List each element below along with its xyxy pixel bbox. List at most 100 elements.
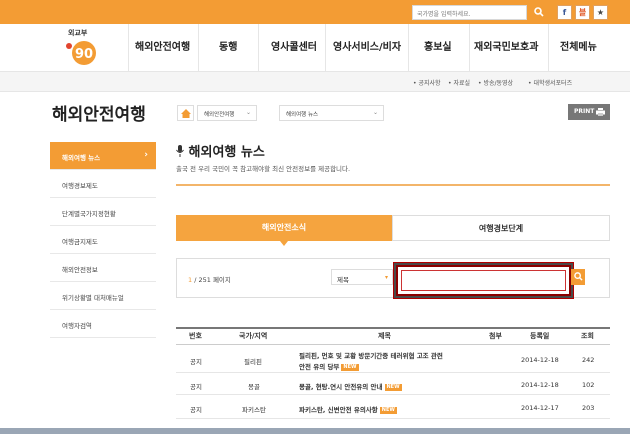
col-header-country: 국가/지역 (239, 332, 268, 340)
tab-alert-levels[interactable]: 여행경보단계 (392, 215, 610, 241)
row-date: 2014-12-18 (521, 381, 559, 389)
row-views: 102 (582, 381, 595, 389)
sidebar-item-safety-info[interactable]: 해외안전정보 (50, 254, 156, 282)
print-button[interactable]: PRINT (568, 104, 610, 120)
row-views: 242 (582, 356, 595, 364)
divider (176, 184, 610, 186)
blog-icon[interactable]: 블 (575, 5, 590, 20)
sidebar-item-label: 단계별국가지정현황 (62, 210, 116, 218)
row-no: 공지 (190, 383, 202, 391)
col-header-no: 번호 (189, 332, 202, 340)
microphone-icon (176, 145, 184, 157)
magnifier-icon (533, 7, 544, 17)
page-title: 해외여행 뉴스 (176, 141, 265, 160)
nav-companion[interactable]: 동행 (219, 38, 237, 53)
board-search-button[interactable] (571, 269, 585, 285)
col-header-title: 제목 (378, 332, 391, 340)
row-country: 파키스탄 (242, 406, 266, 414)
country-search-input[interactable]: 국가명을 입력하세요. (412, 5, 527, 20)
row-title-link[interactable]: 몽골, 현탕.연시 안전유의 안내 NEW (299, 381, 402, 391)
facebook-icon[interactable]: f (557, 5, 572, 20)
printer-icon (596, 108, 605, 116)
quick-link-supporters[interactable]: • 대학생서포터즈 (528, 78, 572, 87)
new-badge: NEW (341, 364, 359, 371)
sidebar-item-label: 위기상황별 대처매뉴얼 (62, 294, 124, 302)
sidebar-item-crisis-manual[interactable]: 위기상황별 대처매뉴얼 (50, 282, 156, 310)
logo-badge-icon: 90 (66, 41, 96, 65)
top-utility-bar: 국가명을 입력하세요. f 블 ★ (0, 0, 630, 24)
sidebar-item-label: 여행경보제도 (62, 182, 98, 190)
new-badge: NEW (384, 384, 402, 391)
search-button[interactable] (530, 4, 547, 21)
chevron-right-icon: › (144, 150, 148, 160)
sidebar-item-label: 여행자검역 (62, 322, 92, 330)
sidebar-item-alert-system[interactable]: 여행경보제도 (50, 170, 156, 198)
row-no: 공지 (190, 406, 202, 414)
sidebar-title: 해외안전여행 (52, 105, 146, 125)
nav-divider (258, 24, 259, 72)
print-label: PRINT (574, 108, 595, 115)
org-name: 외교부 (68, 29, 88, 37)
row-date: 2014-12-18 (521, 356, 559, 364)
nav-divider (408, 24, 409, 72)
home-icon[interactable] (177, 105, 194, 121)
nav-overseas-safety[interactable]: 해외안전여행 (135, 38, 190, 53)
row-title-link-cont[interactable]: 안전 유의 당부 NEW (299, 361, 359, 371)
quick-link-broadcast[interactable]: • 방송/동영상 (478, 78, 513, 87)
current-page: 1 (188, 276, 193, 284)
quick-link-archive[interactable]: • 자료실 (448, 78, 470, 87)
sidebar-item-country-levels[interactable]: 단계별국가지정현황 (50, 198, 156, 226)
sidebar-item-travel-ban[interactable]: 여행금지제도 (50, 226, 156, 254)
search-field-value: 제목 (337, 276, 349, 284)
row-views: 203 (582, 404, 595, 412)
favorite-icon[interactable]: ★ (593, 5, 608, 20)
nav-divider (128, 24, 129, 72)
breadcrumb-level2-select[interactable]: 해외여행 뉴스 ⌄ (279, 105, 384, 121)
page-count: 1 / 251 페이지 (188, 274, 231, 284)
row-date: 2014-12-17 (521, 404, 559, 412)
keyword-input-inner (401, 270, 566, 291)
nav-call-center[interactable]: 영사콜센터 (271, 38, 317, 53)
nav-all-menu[interactable]: 전체메뉴 (560, 38, 597, 53)
nav-pr-office[interactable]: 홍보실 (424, 38, 452, 53)
nav-divider (469, 24, 470, 72)
magnifier-icon (573, 272, 583, 281)
breadcrumb-level1-label: 해외안전여행 (204, 112, 235, 118)
window-bottom-edge (0, 428, 630, 434)
col-header-attachment: 첨부 (489, 332, 502, 340)
chevron-down-icon: ⌄ (245, 109, 251, 116)
breadcrumb-level1-select[interactable]: 해외안전여행 ⌄ (197, 105, 257, 121)
quick-link-notice[interactable]: • 공지사항 (413, 78, 441, 87)
nav-consular-visa[interactable]: 영사서비스/비자 (333, 38, 401, 53)
page-description: 출국 전 우리 국민이 꼭 참고해야할 최신 안전정보를 제공합니다. (176, 165, 351, 173)
breadcrumb-level2-label: 해외여행 뉴스 (286, 112, 319, 118)
keyword-search-input[interactable] (396, 265, 571, 296)
nav-divider (198, 24, 199, 72)
tab-safety-news[interactable]: 해외안전소식 (176, 215, 392, 241)
search-field-select[interactable]: 제목 ▾ (331, 269, 393, 285)
total-pages: / 251 페이지 (194, 276, 231, 284)
row-no: 공지 (190, 358, 202, 366)
sidebar-item-label: 해외안전정보 (62, 266, 98, 274)
main-header: 외교부 90 해외안전여행 동행 영사콜센터 영사서비스/비자 홍보실 재외국민… (0, 24, 630, 72)
col-header-views: 조회 (581, 332, 594, 340)
chevron-down-icon: ▾ (384, 274, 388, 281)
row-country: 필리핀 (244, 358, 262, 366)
row-country: 몽골 (248, 383, 260, 391)
sidebar-item-travel-news[interactable]: 해외여행 뉴스 › (50, 142, 156, 170)
svg-text:90: 90 (75, 47, 93, 62)
chevron-down-icon: ⌄ (372, 109, 378, 116)
nav-overseas-protection[interactable]: 재외국민보호과 (474, 38, 538, 53)
col-header-date: 등록일 (530, 332, 550, 340)
nav-divider (548, 24, 549, 72)
quick-links-bar: • 공지사항 • 자료실 • 방송/동영상 • 대학생서포터즈 (0, 72, 630, 92)
site-logo[interactable]: 외교부 90 (62, 28, 114, 70)
row-title-link[interactable]: 파키스탄, 신변안전 유의사항 NEW (299, 404, 397, 414)
active-tab-caret (280, 241, 288, 246)
sidebar-item-quarantine[interactable]: 여행자검역 (50, 310, 156, 338)
sidebar-item-label: 해외여행 뉴스 (62, 154, 101, 162)
page-title-text: 해외여행 뉴스 (188, 145, 265, 160)
row-title-link[interactable]: 필리핀, 먼호 및 교황 방문기간중 테러위협 고조 관련 (299, 350, 443, 360)
new-badge: NEW (379, 407, 397, 414)
sidebar-item-label: 여행금지제도 (62, 238, 98, 246)
